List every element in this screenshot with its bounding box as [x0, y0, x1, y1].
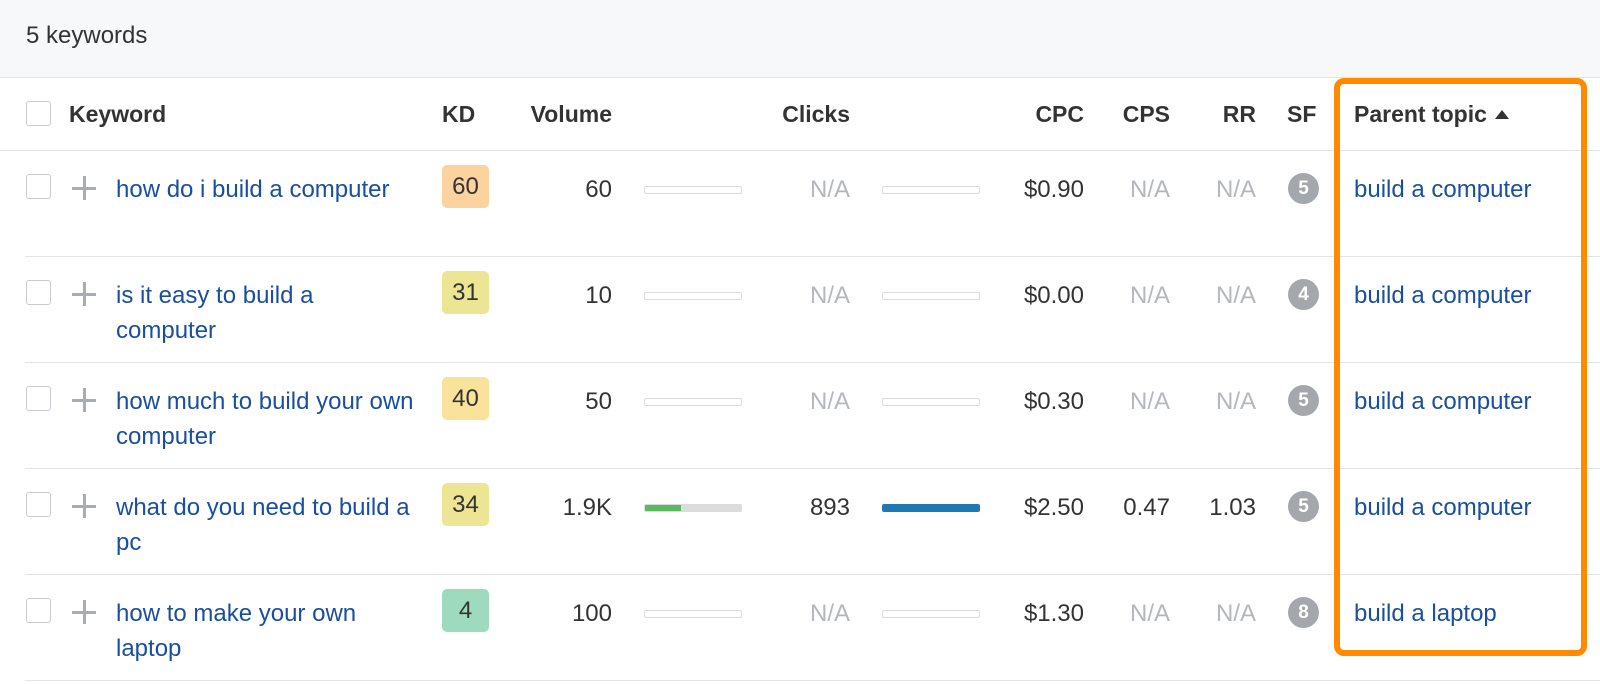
table-row: how do i build a computer 60 60 N/A $0.9… [0, 151, 1600, 257]
column-header-keyword[interactable]: Keyword [69, 101, 166, 128]
cpc-value: $0.00 [1023, 282, 1084, 309]
clicks-value: N/A [809, 388, 850, 415]
clicks-bar [882, 610, 980, 618]
keyword-count: 5 keywords [26, 22, 148, 49]
volume-value: 50 [585, 388, 612, 415]
clicks-value: N/A [809, 282, 850, 309]
serp-features-badge[interactable]: 5 [1288, 491, 1319, 522]
volume-value: 60 [585, 176, 612, 203]
row-checkbox[interactable] [26, 598, 51, 623]
serp-features-badge[interactable]: 5 [1288, 173, 1319, 204]
table-row: what do you need to build a pc 34 1.9K 8… [0, 469, 1600, 575]
cpc-value: $0.30 [1023, 388, 1084, 415]
cpc-value: $2.50 [1023, 494, 1084, 521]
clicks-bar [882, 292, 980, 300]
clicks-bar [882, 186, 980, 194]
add-keyword-plus-icon[interactable] [71, 493, 97, 519]
row-checkbox[interactable] [26, 174, 51, 199]
column-header-volume[interactable]: Volume [531, 101, 612, 128]
cps-value: 0.47 [1123, 494, 1170, 521]
column-header-parent-topic[interactable]: Parent topic [1354, 101, 1509, 128]
add-keyword-plus-icon[interactable] [71, 599, 97, 625]
cps-value: N/A [1129, 600, 1170, 627]
add-keyword-plus-icon[interactable] [71, 281, 97, 307]
add-keyword-plus-icon[interactable] [71, 175, 97, 201]
volume-bar [644, 292, 742, 300]
row-checkbox[interactable] [26, 280, 51, 305]
parent-topic-label: Parent topic [1354, 101, 1487, 127]
clicks-bar [882, 398, 980, 406]
column-header-rr[interactable]: RR [1223, 101, 1256, 128]
column-header-sf[interactable]: SF [1287, 101, 1316, 128]
rr-value: N/A [1215, 600, 1256, 627]
sort-ascending-icon [1494, 110, 1509, 119]
row-checkbox[interactable] [26, 492, 51, 517]
column-header-kd[interactable]: KD [442, 101, 475, 128]
kd-badge: 4 [442, 589, 489, 632]
select-all-checkbox[interactable] [26, 101, 51, 126]
results-summary-bar: 5 keywords [0, 0, 1600, 78]
volume-value: 10 [585, 282, 612, 309]
keyword-link[interactable]: what do you need to build a pc [116, 490, 416, 560]
cps-value: N/A [1129, 388, 1170, 415]
serp-features-badge[interactable]: 4 [1288, 279, 1319, 310]
volume-value: 1.9K [562, 494, 612, 521]
table-row: is it easy to build a computer 31 10 N/A… [0, 257, 1600, 363]
clicks-value: N/A [809, 176, 850, 203]
volume-bar-fill [645, 505, 682, 511]
volume-bar [644, 186, 742, 194]
cps-value: N/A [1129, 176, 1170, 203]
table-header: Keyword KD Volume Clicks CPC CPS RR SF P… [0, 78, 1600, 151]
volume-value: 100 [571, 600, 612, 627]
rr-value: N/A [1215, 176, 1256, 203]
parent-topic-link[interactable]: build a computer [1354, 172, 1531, 207]
volume-bar [644, 398, 742, 406]
parent-topic-link[interactable]: build a computer [1354, 278, 1531, 313]
clicks-value: N/A [809, 600, 850, 627]
volume-bar [644, 610, 742, 618]
kd-badge: 31 [442, 271, 489, 314]
parent-topic-link[interactable]: build a laptop [1354, 596, 1497, 631]
table-row: how to make your own laptop 4 100 N/A $1… [0, 575, 1600, 681]
clicks-bar-fill [883, 505, 979, 511]
keyword-link[interactable]: how do i build a computer [116, 172, 416, 207]
cps-value: N/A [1129, 282, 1170, 309]
row-divider [25, 680, 1600, 681]
kd-badge: 34 [442, 483, 489, 526]
kd-badge: 60 [442, 165, 489, 208]
keyword-link[interactable]: how much to build your own computer [116, 384, 416, 454]
row-checkbox[interactable] [26, 386, 51, 411]
rr-value: 1.03 [1209, 494, 1256, 521]
rr-value: N/A [1215, 282, 1256, 309]
serp-features-badge[interactable]: 8 [1288, 597, 1319, 628]
column-header-cps[interactable]: CPS [1123, 101, 1170, 128]
volume-bar [644, 504, 742, 512]
column-header-clicks[interactable]: Clicks [782, 101, 850, 128]
clicks-value: 893 [809, 494, 850, 521]
serp-features-badge[interactable]: 5 [1288, 385, 1319, 416]
keyword-link[interactable]: is it easy to build a computer [116, 278, 416, 348]
parent-topic-link[interactable]: build a computer [1354, 490, 1531, 525]
column-header-cpc[interactable]: CPC [1035, 101, 1084, 128]
cpc-value: $0.90 [1023, 176, 1084, 203]
parent-topic-link[interactable]: build a computer [1354, 384, 1531, 419]
add-keyword-plus-icon[interactable] [71, 387, 97, 413]
kd-badge: 40 [442, 377, 489, 420]
keyword-link[interactable]: how to make your own laptop [116, 596, 416, 666]
rr-value: N/A [1215, 388, 1256, 415]
clicks-bar [882, 504, 980, 512]
table-row: how much to build your own computer 40 5… [0, 363, 1600, 469]
cpc-value: $1.30 [1023, 600, 1084, 627]
